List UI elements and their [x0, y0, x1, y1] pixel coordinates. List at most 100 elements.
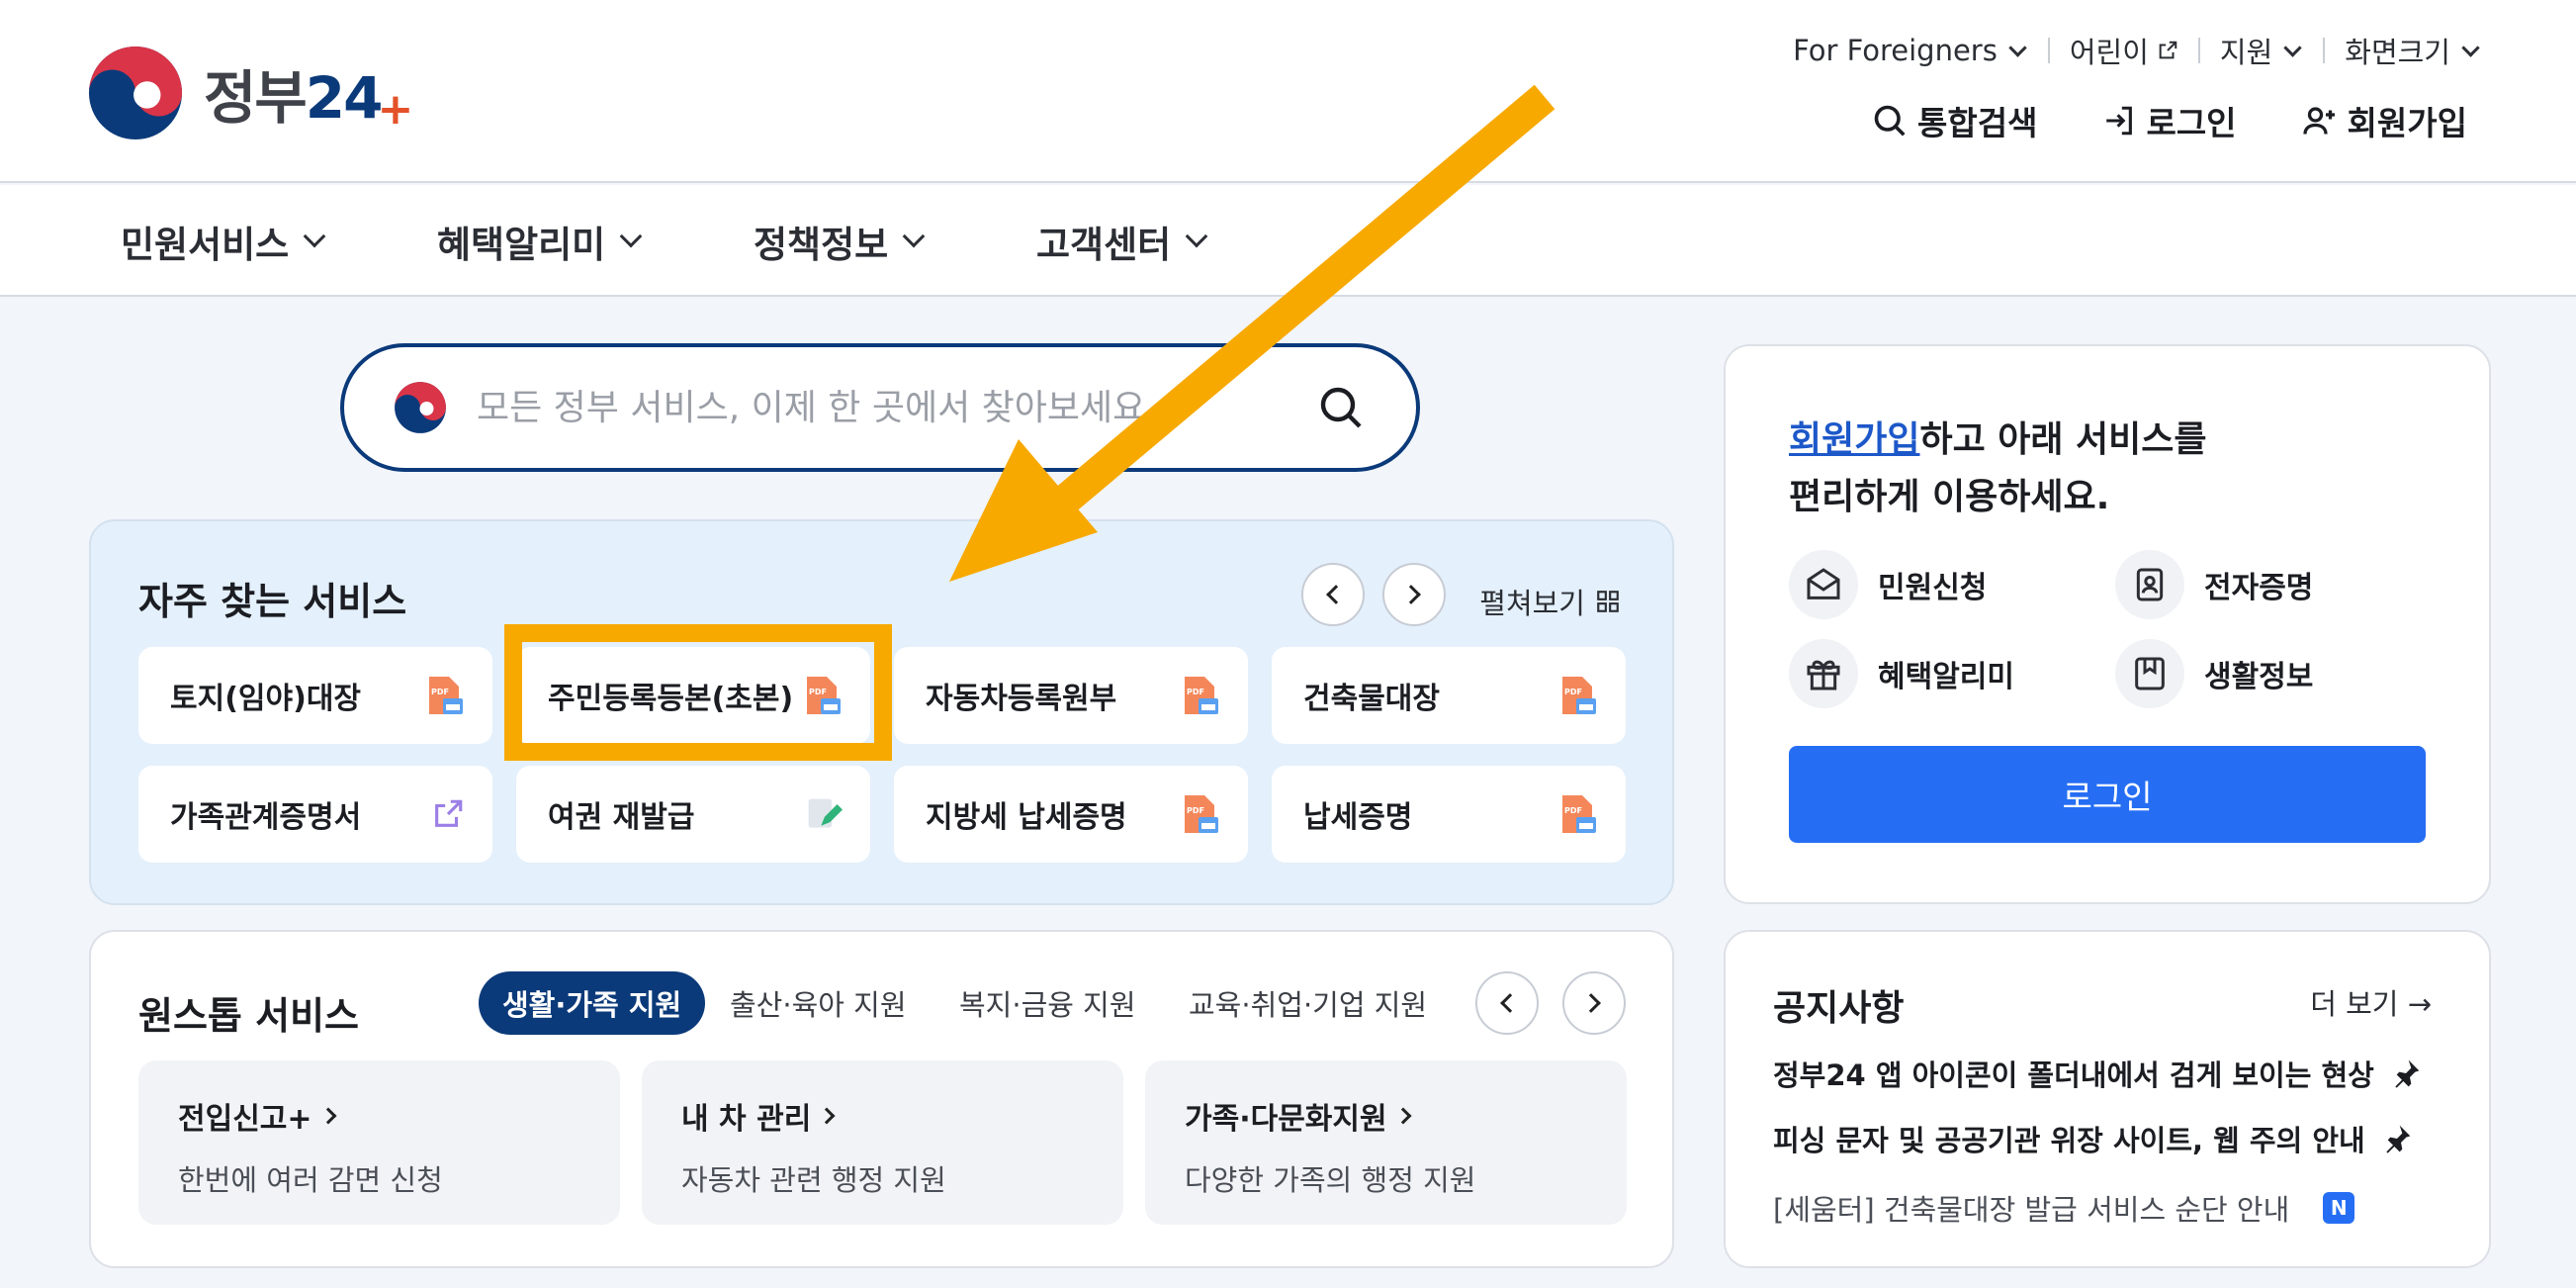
service-tile[interactable]: 건축물대장 PDF: [1272, 647, 1626, 744]
tab-education-employment[interactable]: 교육·취업·기업 지원: [1189, 971, 1427, 1035]
service-label: 토지(임야)대장: [170, 682, 362, 716]
main-navigation: 민원서비스 혜택알리미 정책정보 고객센터: [0, 185, 2576, 297]
signup-link[interactable]: 회원가입: [2302, 97, 2467, 144]
signup-label: 회원가입: [2347, 104, 2467, 142]
chevron-left-icon: [1500, 993, 1520, 1013]
pdf-icon: PDF: [1185, 677, 1218, 714]
onestop-card[interactable]: 내 차 관리 자동차 관련 행정 지원: [642, 1060, 1123, 1225]
login-prompt-line1: 하고 아래 서비스를: [1919, 419, 2207, 460]
service-label: 건축물대장: [1303, 682, 1440, 716]
notice-item[interactable]: [세움터] 건축물대장 발급 서비스 순단 안내 N: [1773, 1187, 2355, 1229]
expand-view-button[interactable]: 펼쳐보기: [1479, 581, 1621, 622]
expand-view-label: 펼쳐보기: [1479, 587, 1585, 620]
chevron-down-icon: [303, 225, 326, 248]
next-button[interactable]: [1382, 563, 1446, 626]
for-foreigners-label: For Foreigners: [1793, 34, 1998, 67]
more-link[interactable]: 더 보기 →: [2310, 981, 2432, 1023]
external-link-icon: [435, 799, 463, 827]
login-button[interactable]: 로그인: [1789, 746, 2426, 843]
bookmark-icon: [2115, 639, 2184, 708]
quick-item-label: 전자증명: [2204, 571, 2314, 605]
pin-icon: [2386, 1125, 2411, 1153]
login-prompt-line2: 편리하게 이용하세요.: [1789, 477, 2110, 517]
kids-link[interactable]: 어린이: [2050, 30, 2198, 71]
quick-item-benefits[interactable]: 혜택알리미: [1789, 639, 2014, 708]
card-subtitle: 한번에 여러 감면 신청: [178, 1163, 443, 1197]
arrow-right-icon: →: [2407, 987, 2432, 1021]
pdf-icon: PDF: [1562, 677, 1596, 714]
onestop-card[interactable]: 전입신고+ 한번에 여러 감면 신청: [138, 1060, 620, 1225]
service-tile[interactable]: 주민등록등본(초본) PDF: [516, 647, 870, 744]
tab-life-family[interactable]: 생활·가족 지원: [479, 971, 706, 1035]
chevron-down-icon: [2008, 38, 2027, 57]
service-label: 주민등록등본(초본): [548, 682, 794, 716]
svg-text:PDF: PDF: [1564, 688, 1582, 696]
service-label: 자동차등록원부: [926, 682, 1117, 716]
service-tile[interactable]: 납세증명 PDF: [1272, 766, 1626, 863]
svg-text:PDF: PDF: [431, 688, 449, 696]
screen-size-menu[interactable]: 화면크기: [2325, 30, 2481, 71]
header: 정부24+ For Foreigners 어린이 지원 화면크기 통합검색 로그…: [0, 0, 2576, 183]
notice-text: 정부24 앱 아이콘이 폴더내에서 검게 보이는 현상: [1773, 1058, 2374, 1092]
section-title: 자주 찾는 서비스: [138, 580, 407, 623]
chevron-right-icon: [1581, 993, 1601, 1013]
main-search-bar: [340, 343, 1420, 472]
notice-item[interactable]: 정부24 앱 아이콘이 폴더내에서 검게 보이는 현상: [1773, 1053, 2422, 1094]
chevron-down-icon: [2461, 38, 2480, 57]
id-card-icon: [2115, 550, 2184, 619]
notice-panel: 공지사항 더 보기 → 정부24 앱 아이콘이 폴더내에서 검게 보이는 현상 …: [1724, 930, 2491, 1268]
gnb-item-civil-service[interactable]: 민원서비스: [121, 215, 326, 268]
card-subtitle: 자동차 관련 행정 지원: [681, 1163, 946, 1197]
quick-item-civil-application[interactable]: 민원신청: [1789, 550, 1987, 619]
gnb-item-policy[interactable]: 정책정보: [754, 215, 926, 268]
integrated-search-button[interactable]: 통합검색: [1872, 97, 2037, 144]
svg-text:PDF: PDF: [1187, 806, 1204, 815]
header-actions: 통합검색 로그인 회원가입: [1872, 97, 2467, 144]
quick-item-label: 민원신청: [1878, 571, 1988, 605]
svg-text:PDF: PDF: [1187, 688, 1204, 696]
quick-item-label: 생활정보: [2204, 660, 2314, 694]
service-tile[interactable]: 가족관계증명서: [138, 766, 492, 863]
kids-label: 어린이: [2069, 36, 2149, 69]
login-panel: 회원가입하고 아래 서비스를 편리하게 이용하세요. 민원신청 전자증명 혜택알…: [1724, 344, 2491, 904]
pin-icon: [2395, 1059, 2420, 1088]
prev-button[interactable]: [1475, 971, 1539, 1035]
chevron-right-icon: [1401, 585, 1421, 604]
taegeuk-search-icon: [395, 382, 446, 433]
prev-button[interactable]: [1301, 563, 1365, 626]
signup-link[interactable]: 회원가입: [1789, 419, 1919, 460]
quick-item-life-info[interactable]: 생활정보: [2115, 639, 2313, 708]
chevron-down-icon: [1185, 225, 1208, 248]
gift-icon: [1789, 639, 1858, 708]
notice-text: 피싱 문자 및 공공기관 위장 사이트, 웹 주의 안내: [1773, 1124, 2365, 1157]
service-tile[interactable]: 토지(임야)대장 PDF: [138, 647, 492, 744]
gnb-item-customer-center[interactable]: 고객센터: [1036, 215, 1208, 268]
chevron-down-icon: [902, 225, 926, 248]
user-add-icon: [2302, 107, 2335, 135]
card-subtitle: 다양한 가족의 행정 지원: [1185, 1163, 1476, 1197]
login-link[interactable]: 로그인: [2102, 97, 2237, 144]
for-foreigners-menu[interactable]: For Foreigners: [1773, 34, 2048, 67]
chevron-right-icon: [319, 1107, 337, 1125]
service-tile[interactable]: 지방세 납세증명 PDF: [894, 766, 1248, 863]
grid-icon: [1597, 591, 1619, 612]
quick-item-e-certificate[interactable]: 전자증명: [2115, 550, 2313, 619]
onestop-card[interactable]: 가족·다문화지원 다양한 가족의 행정 지원: [1145, 1060, 1627, 1225]
notice-item[interactable]: 피싱 문자 및 공공기관 위장 사이트, 웹 주의 안내: [1773, 1118, 2413, 1159]
support-menu[interactable]: 지원: [2200, 30, 2323, 71]
section-title: 공지사항: [1773, 988, 1905, 1029]
edit-icon: [808, 798, 843, 828]
svg-text:PDF: PDF: [1564, 806, 1582, 815]
gov24-logo[interactable]: 정부24+: [87, 44, 413, 142]
login-label: 로그인: [2146, 104, 2237, 142]
service-tile[interactable]: 자동차등록원부 PDF: [894, 647, 1248, 744]
support-label: 지원: [2219, 36, 2273, 69]
pdf-icon: PDF: [1185, 795, 1218, 833]
search-input[interactable]: [477, 387, 1317, 428]
tab-welfare-finance[interactable]: 복지·금융 지원: [959, 971, 1136, 1035]
tab-birth-childcare[interactable]: 출산·육아 지원: [730, 971, 907, 1035]
search-icon[interactable]: [1317, 384, 1365, 431]
gnb-item-benefits[interactable]: 혜택알리미: [437, 215, 643, 268]
next-button[interactable]: [1562, 971, 1626, 1035]
service-tile[interactable]: 여권 재발급: [516, 766, 870, 863]
